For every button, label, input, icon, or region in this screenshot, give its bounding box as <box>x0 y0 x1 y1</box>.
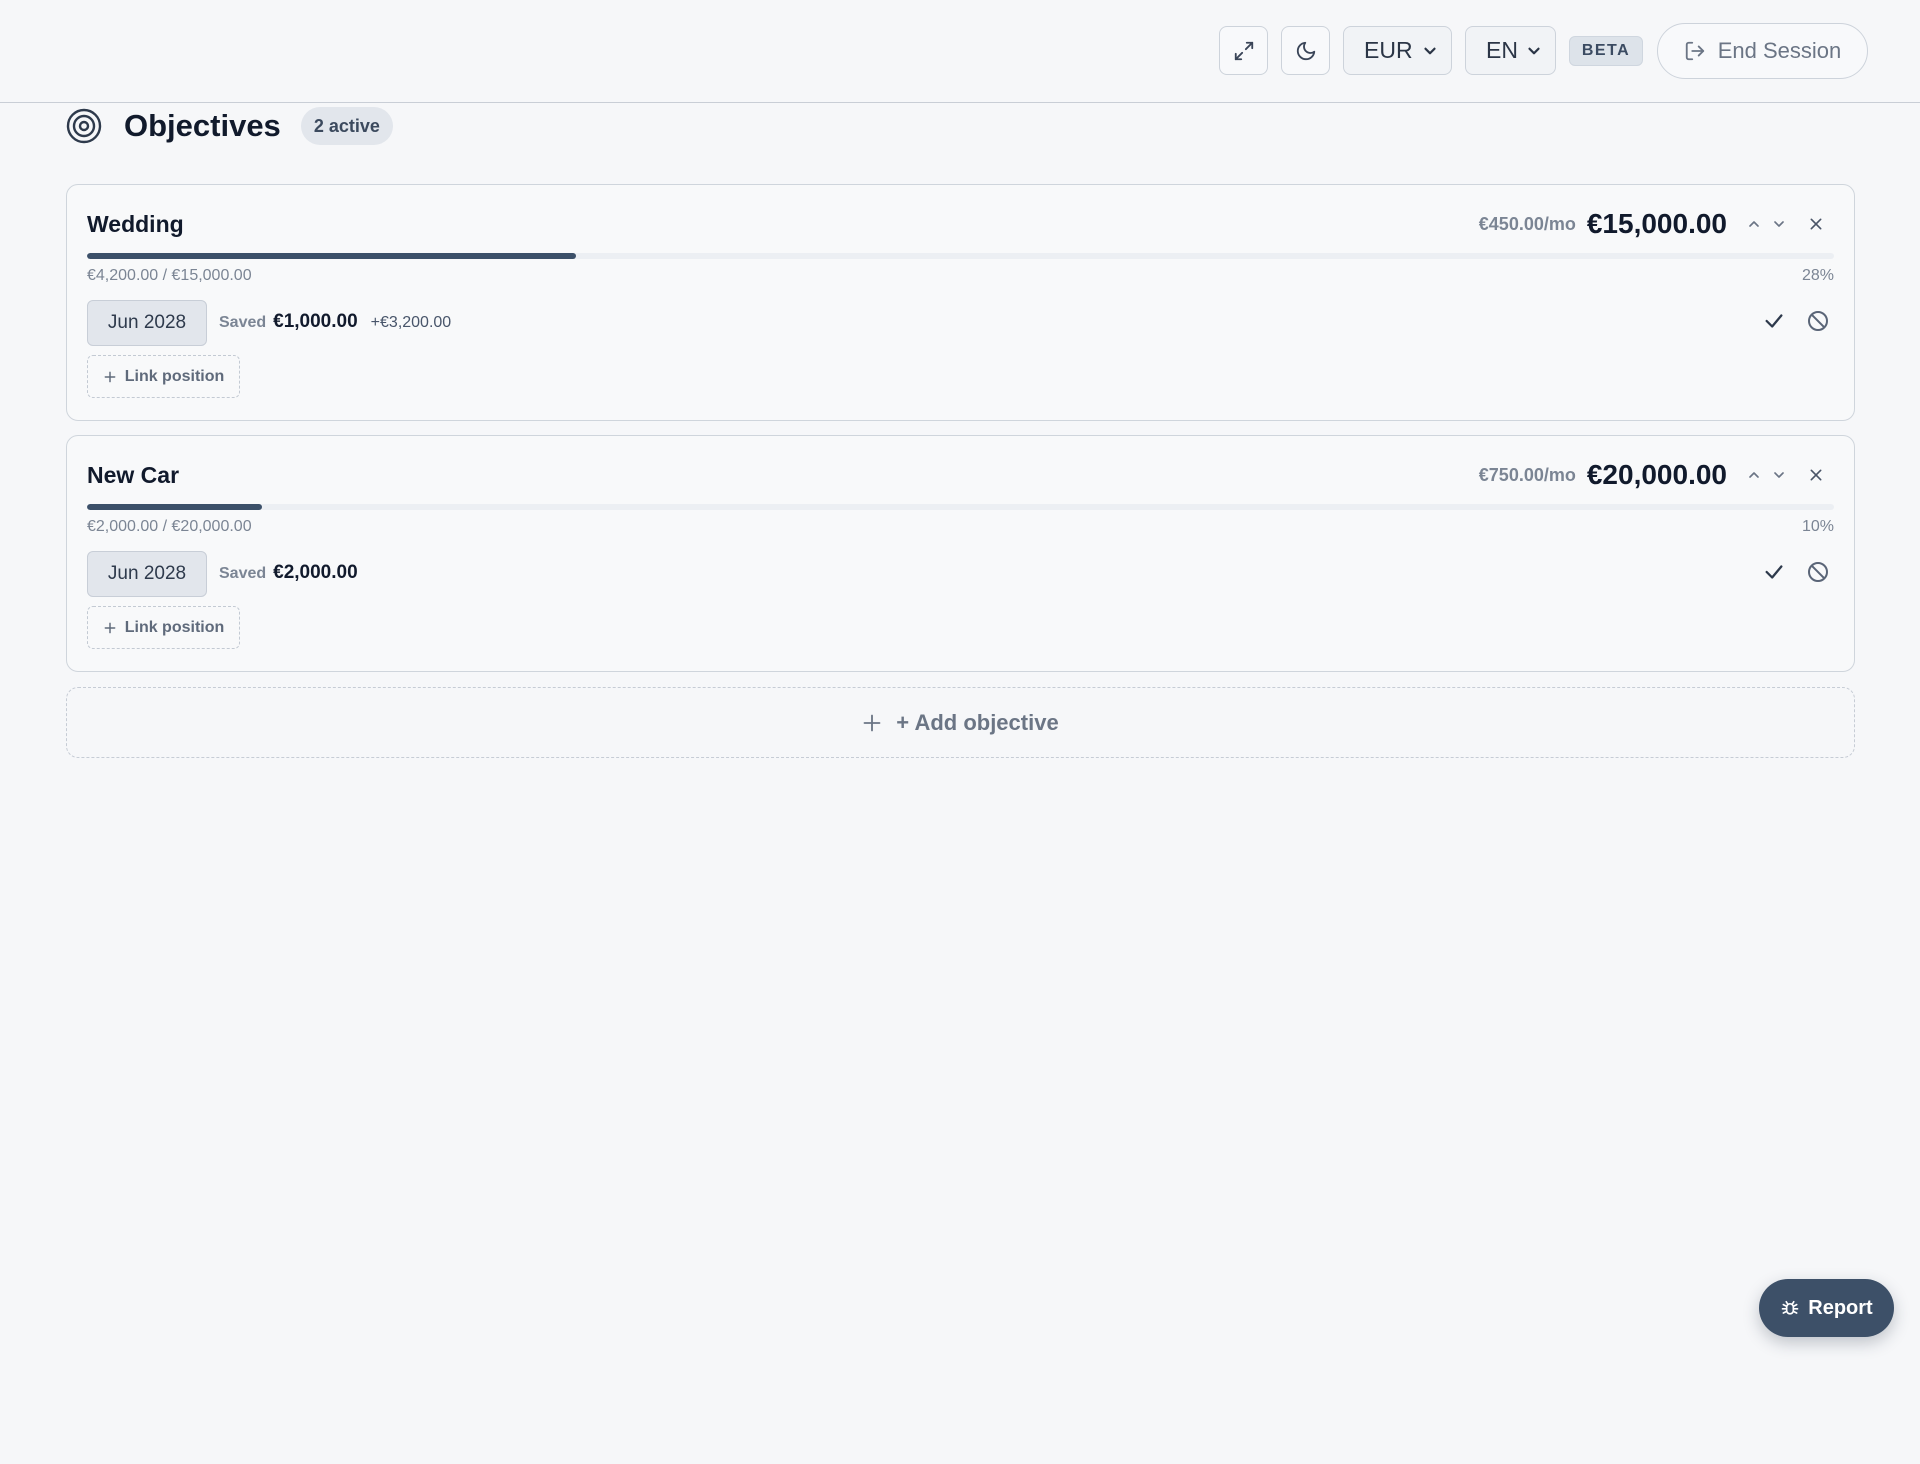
check-icon <box>1765 314 1783 328</box>
saved-label: Saved <box>219 314 267 331</box>
report-label: Report <box>1808 1296 1873 1319</box>
move-down-button[interactable] <box>1766 212 1791 237</box>
target-amount: €20,000.00 <box>1586 459 1727 490</box>
expand-icon <box>1234 41 1253 60</box>
remove-objective-button[interactable] <box>1803 463 1828 488</box>
language-select[interactable]: EN <box>1465 26 1556 75</box>
saved-summary: Saved €2,000.00 <box>219 562 358 586</box>
end-session-label: End Session <box>1717 38 1842 63</box>
move-down-button[interactable] <box>1766 463 1791 488</box>
linked-extra-value: +€3,200.00 <box>370 314 452 331</box>
report-button[interactable]: Report <box>1759 1279 1894 1337</box>
ban-icon <box>1808 562 1828 582</box>
move-up-button[interactable] <box>1741 212 1766 237</box>
end-session-button[interactable]: End Session <box>1657 23 1868 79</box>
monthly-contribution: €750.00/mo <box>1478 464 1576 485</box>
move-up-button[interactable] <box>1741 463 1766 488</box>
page-header: Objectives 2 active <box>66 106 393 146</box>
target-icon <box>66 108 102 144</box>
objective-name: New Car <box>87 462 180 488</box>
objective-card: Wedding €450.00/mo €15,000.00 €4,200.00 … <box>66 184 1855 421</box>
objective-actions <box>1760 558 1832 586</box>
target-date-button[interactable]: Jun 2028 <box>87 300 207 346</box>
chevron-down-icon <box>1424 47 1436 55</box>
moon-icon <box>1296 41 1315 60</box>
close-icon <box>1810 218 1821 230</box>
chevron-up-icon <box>1748 472 1759 478</box>
link-position-label: Link position <box>124 367 225 385</box>
objective-summary: €450.00/mo €15,000.00 <box>1479 207 1828 241</box>
chevron-down-icon <box>1773 472 1784 478</box>
progress-bar <box>87 504 1834 510</box>
cancel-objective-button[interactable] <box>1804 307 1832 335</box>
plus-icon <box>104 622 116 633</box>
beta-badge: BETA <box>1569 36 1643 66</box>
add-objective-label: + Add objective <box>896 709 1059 735</box>
saved-value: €2,000.00 <box>273 562 358 583</box>
plus-icon <box>104 371 116 382</box>
monthly-contribution: €450.00/mo <box>1478 213 1576 234</box>
progress-percent: 10% <box>1801 518 1834 535</box>
link-position-button[interactable]: Link position <box>87 606 240 649</box>
active-count-badge: 2 active <box>300 107 393 145</box>
chevron-down-icon <box>1773 221 1784 227</box>
plus-icon <box>863 714 881 731</box>
fullscreen-button[interactable] <box>1219 26 1268 75</box>
cancel-objective-button[interactable] <box>1804 558 1832 586</box>
objective-name: Wedding <box>87 211 184 237</box>
currency-value: EUR <box>1364 37 1413 63</box>
top-bar: EUR EN BETA End Session <box>0 0 1920 103</box>
objective-summary: €750.00/mo €20,000.00 <box>1479 458 1828 492</box>
progress-fill <box>87 253 577 259</box>
progress-amounts: €4,200.00 / €15,000.00 <box>87 267 252 284</box>
saved-value: €1,000.00 <box>273 311 358 332</box>
progress-amounts: €2,000.00 / €20,000.00 <box>87 518 252 535</box>
target-date-button[interactable]: Jun 2028 <box>87 551 207 597</box>
complete-button[interactable] <box>1760 307 1788 335</box>
ban-icon <box>1808 311 1828 331</box>
add-objective-button[interactable]: + Add objective <box>66 687 1855 758</box>
theme-toggle-button[interactable] <box>1281 26 1330 75</box>
objective-actions <box>1760 307 1832 335</box>
close-icon <box>1810 469 1821 481</box>
page-title: Objectives <box>124 108 281 143</box>
check-icon <box>1765 565 1783 579</box>
chevron-down-icon <box>1528 47 1540 55</box>
objective-card: New Car €750.00/mo €20,000.00 €2,000.00 … <box>66 435 1855 672</box>
bug-icon <box>1781 1300 1799 1315</box>
progress-fill <box>87 504 262 510</box>
currency-select[interactable]: EUR <box>1343 26 1452 75</box>
progress-bar <box>87 253 1834 259</box>
target-amount: €15,000.00 <box>1586 208 1727 239</box>
remove-objective-button[interactable] <box>1803 212 1828 237</box>
chevron-up-icon <box>1748 221 1759 227</box>
logout-icon <box>1685 41 1704 61</box>
link-position-button[interactable]: Link position <box>87 355 240 398</box>
saved-summary: Saved €1,000.00 +€3,200.00 <box>219 311 451 335</box>
link-position-label: Link position <box>124 618 225 636</box>
saved-label: Saved <box>219 565 267 582</box>
complete-button[interactable] <box>1760 558 1788 586</box>
progress-percent: 28% <box>1801 267 1834 284</box>
language-value: EN <box>1486 37 1518 63</box>
